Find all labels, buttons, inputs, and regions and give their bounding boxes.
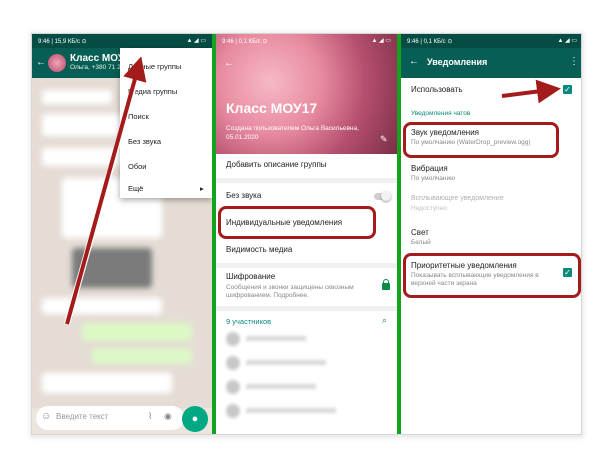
annotation-arrows (64, 56, 561, 325)
screenshot-frame: ← Класс МОУ17 Ольга, +380 71 234 ... 9:4… (31, 33, 582, 435)
page: ← Класс МОУ17 Ольга, +380 71 234 ... 9:4… (0, 0, 614, 464)
arrow-to-group-info (65, 56, 147, 325)
